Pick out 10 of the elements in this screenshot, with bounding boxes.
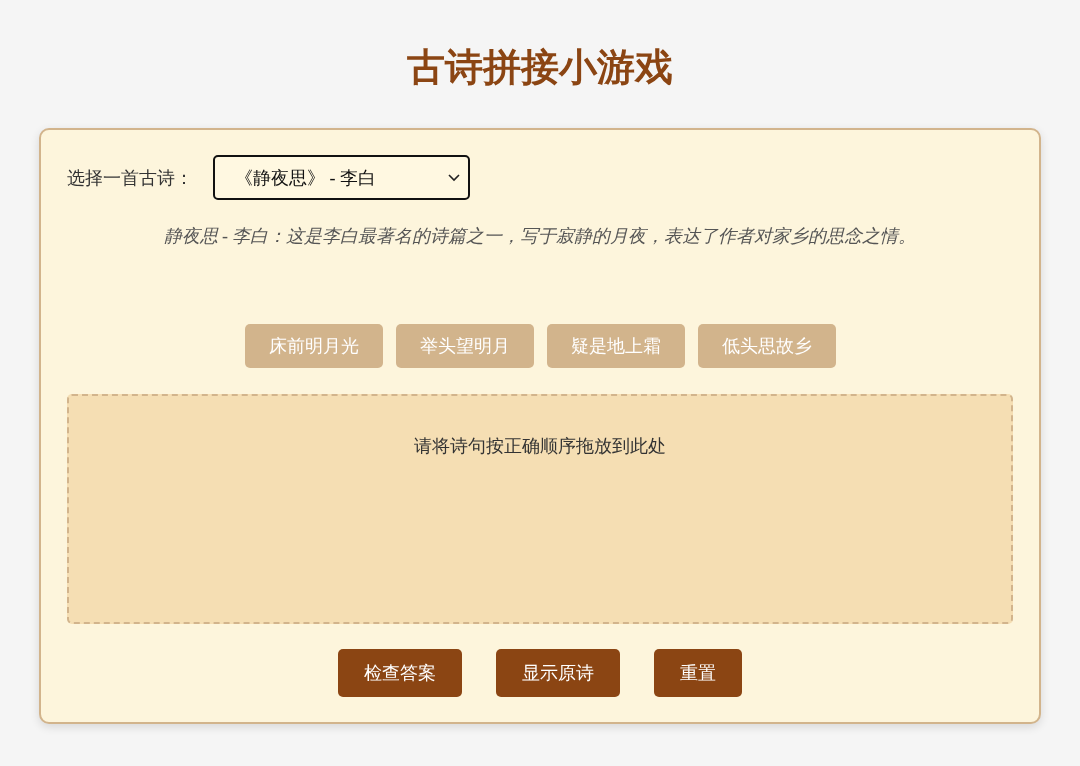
poem-select-label: 选择一首古诗： bbox=[67, 166, 193, 190]
drop-zone[interactable]: 请将诗句按正确顺序拖放到此处 bbox=[67, 394, 1013, 624]
chevron-down-icon bbox=[448, 173, 460, 182]
drop-zone-hint: 请将诗句按正确顺序拖放到此处 bbox=[414, 435, 666, 458]
poem-select[interactable]: 《静夜思》 - 李白 bbox=[213, 155, 470, 200]
action-button[interactable]: 重置 bbox=[654, 649, 742, 697]
action-button[interactable]: 检查答案 bbox=[338, 649, 462, 697]
page-title: 古诗拼接小游戏 bbox=[407, 45, 673, 90]
action-button[interactable]: 显示原诗 bbox=[496, 649, 620, 697]
poem-description: 静夜思 - 李白：这是李白最著名的诗篇之一，写于寂静的月夜，表达了作者对家乡的思念之情。 bbox=[162, 225, 918, 248]
